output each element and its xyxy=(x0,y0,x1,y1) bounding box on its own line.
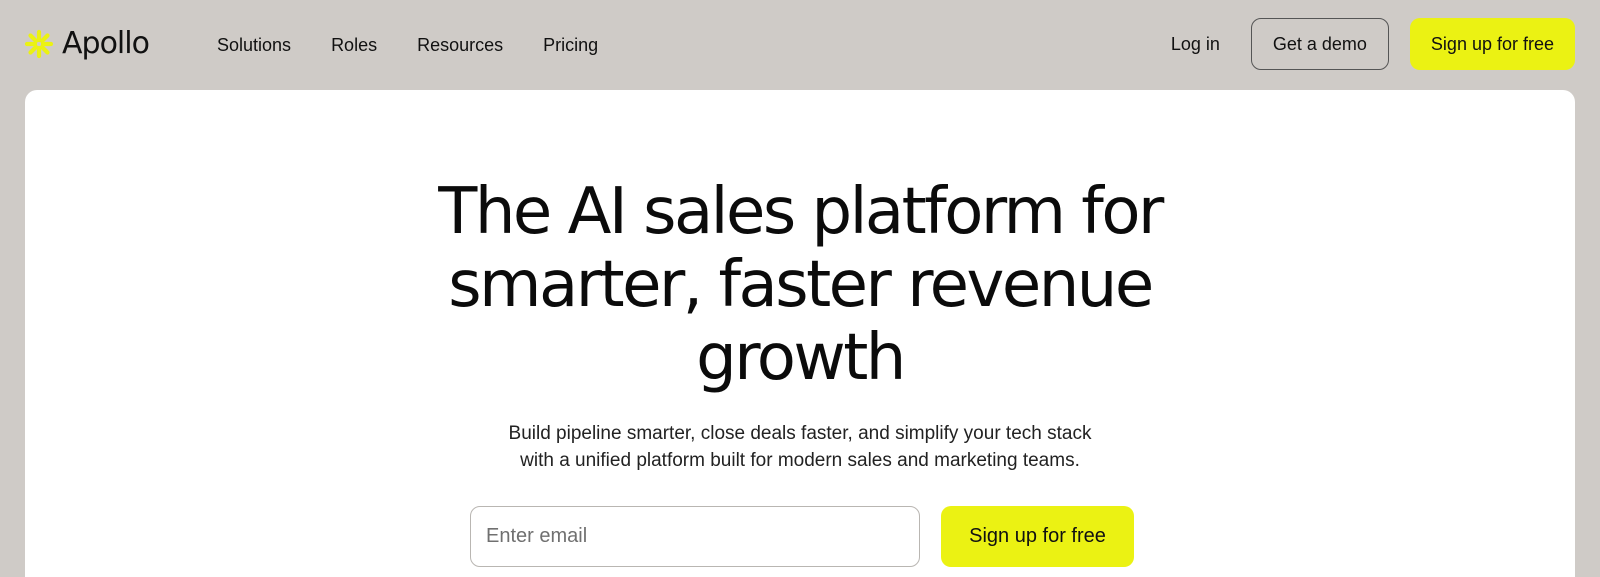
nav-item-roles[interactable]: Roles xyxy=(331,33,377,57)
hero-title-line: smarter, faster revenue xyxy=(448,248,1154,322)
hero-title: The AI sales platform for smarter, faste… xyxy=(25,176,1575,395)
main-nav: Solutions Roles Resources Pricing xyxy=(217,33,638,57)
hero-signup-button[interactable]: Sign up for free xyxy=(941,506,1134,567)
header-signup-button[interactable]: Sign up for free xyxy=(1409,18,1575,70)
hero-subtitle-line: Build pipeline smarter, close deals fast… xyxy=(508,423,1092,444)
hero-subtitle: Build pipeline smarter, close deals fast… xyxy=(25,420,1575,474)
asterisk-burst-icon xyxy=(24,29,54,59)
hero-title-line: The AI sales platform for xyxy=(438,175,1164,249)
login-link[interactable]: Log in xyxy=(1171,34,1220,55)
brand-name: Apollo xyxy=(62,26,150,61)
nav-item-resources[interactable]: Resources xyxy=(417,33,503,57)
top-navigation-bar: Apollo Solutions Roles Resources Pricing… xyxy=(0,0,1600,90)
get-demo-button[interactable]: Get a demo xyxy=(1250,18,1389,70)
email-signup-form: Sign up for free xyxy=(470,506,1134,567)
nav-item-pricing[interactable]: Pricing xyxy=(543,33,598,57)
hero-title-line: growth xyxy=(696,321,906,395)
email-input[interactable] xyxy=(470,506,920,567)
apollo-logo[interactable]: Apollo xyxy=(24,25,150,63)
hero-subtitle-line: with a unified platform built for modern… xyxy=(520,450,1080,471)
nav-item-solutions[interactable]: Solutions xyxy=(217,33,291,57)
header-actions: Log in Get a demo Sign up for free xyxy=(1171,18,1575,70)
hero-card: The AI sales platform for smarter, faste… xyxy=(25,90,1575,577)
